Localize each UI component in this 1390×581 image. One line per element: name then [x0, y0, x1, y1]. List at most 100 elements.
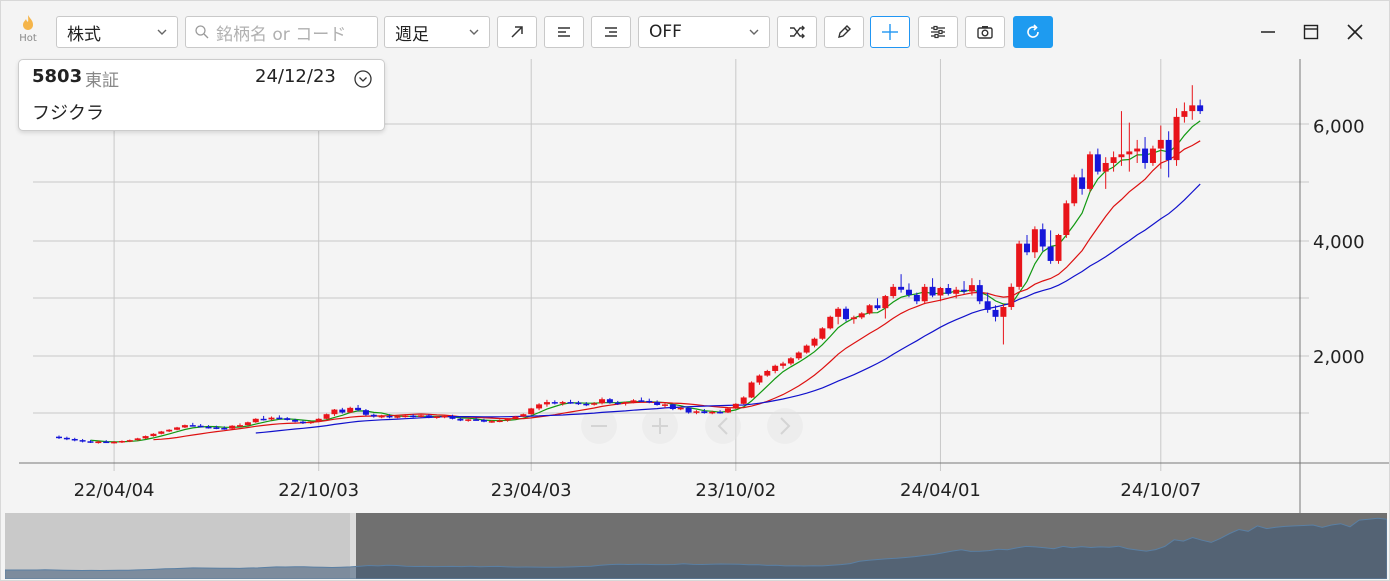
candle: [1016, 240, 1023, 290]
candle-body: [905, 289, 912, 295]
candle: [260, 415, 267, 421]
candle-body: [1110, 157, 1117, 163]
candle: [1031, 226, 1038, 259]
candle-body: [1016, 243, 1023, 287]
candle-body: [276, 417, 283, 420]
candle: [103, 440, 110, 444]
candle-body: [811, 338, 818, 346]
chevron-circle-icon[interactable]: [353, 69, 373, 89]
chart-window: 22/04/04 22/10/03 23/04/03 23/10/02 24/04/01…: [0, 0, 1390, 581]
screenshot-button[interactable]: [965, 16, 1005, 48]
candle-body: [748, 382, 755, 398]
candle: [819, 327, 826, 340]
candle-body: [63, 437, 70, 440]
candle-body: [339, 409, 346, 413]
minimize-icon: [1261, 31, 1275, 33]
maximize-button[interactable]: [1298, 19, 1324, 45]
candle: [1173, 108, 1180, 166]
chevron-down-icon: [157, 29, 167, 35]
candle-body: [213, 427, 220, 429]
candle: [756, 374, 763, 385]
candle: [56, 435, 62, 439]
asset-type-select[interactable]: 株式: [56, 16, 178, 48]
symbol-date: 24/12/23: [255, 66, 336, 87]
candle-body: [307, 421, 314, 424]
candle-body: [543, 402, 550, 405]
indicator-select[interactable]: OFF: [638, 16, 770, 48]
candle-body: [433, 416, 440, 419]
candle-body: [843, 308, 849, 320]
candle: [976, 279, 983, 305]
crosshair-button[interactable]: [870, 16, 910, 48]
candle: [1000, 304, 1007, 345]
asset-type-value: 株式: [67, 24, 101, 45]
candle-body: [520, 414, 527, 417]
refresh-button[interactable]: [1013, 16, 1053, 48]
candle-body: [976, 285, 983, 302]
candle: [921, 283, 928, 305]
candle: [724, 407, 731, 414]
compare-button[interactable]: [777, 16, 817, 48]
candle-body: [787, 358, 794, 364]
candle-body: [1102, 162, 1109, 172]
candle-body: [1079, 177, 1086, 189]
candle: [79, 438, 86, 443]
candle-body: [772, 365, 779, 371]
settings-button[interactable]: [918, 16, 958, 48]
trendline-button[interactable]: [497, 16, 537, 48]
candle-body: [56, 436, 62, 439]
candle-body: [945, 288, 952, 294]
candle-body: [1157, 139, 1164, 149]
candle-body: [103, 441, 110, 444]
candle-body: [732, 403, 739, 409]
range-navigator[interactable]: [5, 513, 1387, 579]
candle-body: [299, 421, 306, 424]
candle-body: [835, 308, 842, 317]
candle-body: [874, 305, 881, 309]
candle: [787, 357, 794, 366]
candle: [1149, 145, 1156, 166]
candle-body: [724, 408, 731, 413]
candle-body: [95, 441, 102, 444]
draw-button[interactable]: [824, 16, 864, 48]
candle: [622, 401, 629, 406]
candle-body: [1197, 105, 1204, 112]
candle-body: [685, 407, 692, 413]
candle-body: [591, 403, 598, 405]
candle: [1079, 168, 1086, 195]
candle-body: [111, 441, 118, 444]
candle-body: [898, 286, 905, 290]
candle-body: [1071, 177, 1078, 204]
candle-body: [606, 399, 613, 403]
candle-body: [764, 370, 771, 376]
candle: [898, 274, 905, 293]
candle-body: [630, 400, 637, 403]
candle: [229, 425, 236, 430]
candle-body: [378, 415, 385, 418]
candle: [1126, 122, 1133, 172]
candle-body: [575, 402, 582, 405]
period-select[interactable]: 週足: [384, 16, 490, 48]
close-button[interactable]: [1342, 19, 1368, 45]
candle: [166, 429, 173, 433]
candle: [567, 399, 574, 404]
candle-body: [1039, 229, 1046, 247]
candle: [1086, 151, 1093, 192]
minimize-button[interactable]: [1255, 19, 1281, 45]
shuffle-icon: [790, 25, 805, 39]
refresh-icon: [1027, 24, 1039, 38]
candle: [528, 407, 535, 415]
candle-body: [693, 411, 700, 413]
hot-button[interactable]: Hot: [13, 13, 43, 49]
candle-body: [355, 407, 362, 411]
candle-body: [134, 438, 141, 441]
indicator-value: OFF: [649, 22, 682, 42]
x-tick-label: 22/10/03: [278, 480, 359, 501]
candle: [669, 403, 676, 411]
candle-body: [284, 418, 291, 420]
align-right-button[interactable]: [591, 16, 631, 48]
candle-body: [614, 402, 621, 405]
align-left-button[interactable]: [544, 16, 584, 48]
candle-body: [1055, 234, 1062, 261]
symbol-search-input[interactable]: 銘柄名 or コード: [185, 16, 378, 48]
